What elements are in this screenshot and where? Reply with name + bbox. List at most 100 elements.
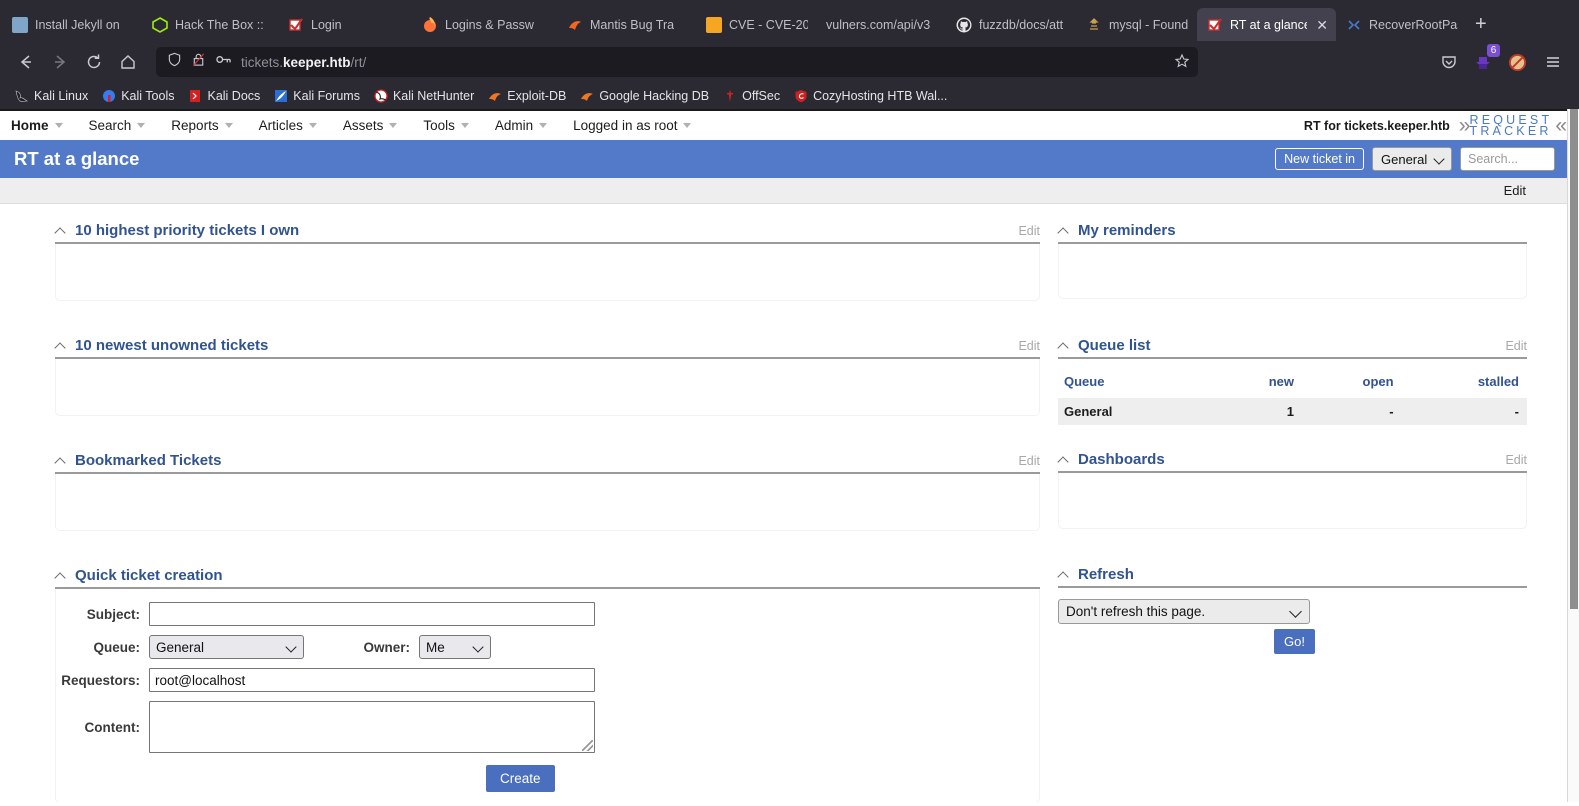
chevron-up-icon[interactable] bbox=[1058, 569, 1069, 580]
chevron-down-icon[interactable] bbox=[389, 123, 398, 128]
chevron-down-icon[interactable] bbox=[308, 123, 317, 128]
bookmark-item[interactable]: Kali Docs bbox=[181, 87, 267, 105]
cell-open-count[interactable]: - bbox=[1302, 398, 1402, 425]
url-bar[interactable]: tickets.keeper.htb/rt/ bbox=[156, 47, 1198, 77]
chevron-down-icon[interactable] bbox=[683, 123, 692, 128]
bookmark-item[interactable]: Kali Tools bbox=[95, 87, 181, 105]
insecure-lock-icon[interactable] bbox=[191, 52, 206, 72]
content-textarea[interactable] bbox=[149, 701, 595, 753]
portlet-edit-link[interactable]: Edit bbox=[1018, 224, 1040, 239]
cell-queue-name[interactable]: General bbox=[1058, 398, 1218, 425]
hamburger-menu-icon[interactable] bbox=[1537, 47, 1569, 77]
owner-select[interactable]: Me bbox=[419, 635, 491, 659]
col-header-queue[interactable]: Queue bbox=[1058, 370, 1217, 398]
chevron-up-icon[interactable] bbox=[1058, 340, 1069, 351]
cell-new-count[interactable]: 1 bbox=[1217, 398, 1302, 425]
bookmark-item[interactable]: Kali Linux bbox=[8, 87, 95, 105]
pocket-icon[interactable] bbox=[1433, 47, 1465, 77]
close-icon[interactable]: ✕ bbox=[1316, 18, 1328, 32]
portlet-title[interactable]: My reminders bbox=[1078, 222, 1176, 239]
search-input[interactable]: Search... bbox=[1460, 147, 1555, 171]
menu-label: Tools bbox=[423, 118, 455, 133]
scrollbar-thumb[interactable] bbox=[1570, 109, 1578, 609]
portlet-title[interactable]: Dashboards bbox=[1078, 451, 1165, 468]
menu-item-home[interactable]: Home bbox=[11, 118, 76, 133]
chevron-down-icon[interactable] bbox=[137, 123, 146, 128]
menu-item-logged-in-as[interactable]: Logged in as root bbox=[573, 118, 704, 133]
menu-item-reports[interactable]: Reports bbox=[171, 118, 245, 133]
portlet-title[interactable]: Bookmarked Tickets bbox=[75, 452, 221, 469]
queue-select[interactable]: General bbox=[149, 635, 304, 659]
col-header-stalled[interactable]: stalled bbox=[1402, 370, 1527, 398]
bookmark-item[interactable]: Google Hacking DB bbox=[573, 87, 716, 105]
menu-item-search[interactable]: Search bbox=[89, 118, 159, 133]
portlet-edit-link[interactable]: Edit bbox=[1505, 453, 1527, 468]
new-tab-button[interactable]: + bbox=[1466, 14, 1496, 41]
refresh-interval-select[interactable]: Don't refresh this page. bbox=[1058, 599, 1310, 624]
menu-label: Home bbox=[11, 118, 49, 133]
forward-button[interactable] bbox=[44, 47, 76, 77]
browser-tab[interactable]: CVE - CVE-2017- bbox=[696, 8, 816, 41]
portlet-edit-link[interactable]: Edit bbox=[1018, 339, 1040, 354]
col-header-new[interactable]: new bbox=[1217, 370, 1302, 398]
bookmark-item[interactable]: Kali NetHunter bbox=[367, 87, 481, 105]
chevron-down-icon[interactable] bbox=[54, 123, 63, 128]
url-text[interactable]: tickets.keeper.htb/rt/ bbox=[241, 55, 1165, 70]
portlet-title[interactable]: 10 newest unowned tickets bbox=[75, 337, 268, 354]
noscript-icon[interactable] bbox=[1501, 47, 1533, 77]
new-ticket-queue-select[interactable]: General bbox=[1372, 147, 1452, 171]
menu-item-articles[interactable]: Articles bbox=[259, 118, 330, 133]
page-scrollbar[interactable] bbox=[1567, 109, 1579, 802]
new-ticket-button[interactable]: New ticket in bbox=[1275, 148, 1364, 170]
browser-tab[interactable]: Mantis Bug Tra bbox=[557, 8, 696, 41]
chevron-up-icon[interactable] bbox=[55, 570, 66, 581]
menu-item-admin[interactable]: Admin bbox=[495, 118, 560, 133]
browser-tab[interactable]: Hack The Box :: bbox=[142, 8, 278, 41]
menu-item-assets[interactable]: Assets bbox=[343, 118, 411, 133]
chevron-up-icon[interactable] bbox=[55, 225, 66, 236]
chevron-up-icon[interactable] bbox=[1058, 454, 1069, 465]
portlet-edit-link[interactable]: Edit bbox=[1505, 339, 1527, 354]
bookmark-item[interactable]: CozyHosting HTB Wal... bbox=[787, 87, 954, 105]
table-row[interactable]: General 1 - - bbox=[1058, 398, 1527, 425]
bookmark-item[interactable]: OffSec bbox=[716, 87, 787, 105]
browser-tab[interactable]: Install Jekyll on bbox=[2, 8, 142, 41]
cell-stalled-count[interactable]: - bbox=[1401, 398, 1527, 425]
bookmark-item[interactable]: Kali Forums bbox=[267, 87, 367, 105]
chevron-up-icon[interactable] bbox=[55, 340, 66, 351]
chevron-up-icon[interactable] bbox=[1058, 225, 1069, 236]
portlet-title[interactable]: 10 highest priority tickets I own bbox=[75, 222, 299, 239]
menu-item-tools[interactable]: Tools bbox=[423, 118, 482, 133]
shield-icon[interactable] bbox=[167, 52, 182, 72]
portlet-title[interactable]: Quick ticket creation bbox=[75, 567, 223, 584]
browser-tab[interactable]: RecoverRootPas bbox=[1336, 8, 1466, 41]
chevron-down-icon[interactable] bbox=[460, 123, 469, 128]
dashboard-edit-link[interactable]: Edit bbox=[1504, 183, 1526, 198]
key-icon[interactable] bbox=[215, 52, 232, 72]
chevron-down-icon[interactable] bbox=[539, 123, 548, 128]
browser-tab[interactable]: mysql - Found ' bbox=[1076, 8, 1197, 41]
home-button[interactable] bbox=[112, 47, 144, 77]
resize-grip-icon[interactable] bbox=[582, 740, 593, 751]
create-button[interactable]: Create bbox=[486, 765, 555, 792]
chevron-up-icon[interactable] bbox=[55, 455, 66, 466]
back-button[interactable] bbox=[10, 47, 42, 77]
col-header-open[interactable]: open bbox=[1302, 370, 1402, 398]
chevron-down-icon[interactable] bbox=[224, 123, 233, 128]
chevrons-right-icon: » bbox=[1458, 114, 1471, 137]
subject-input[interactable] bbox=[149, 602, 595, 626]
browser-tab[interactable]: fuzzdb/docs/att bbox=[946, 8, 1076, 41]
browser-tab[interactable]: Logins & Passw bbox=[412, 8, 557, 41]
star-outline-icon[interactable] bbox=[1174, 53, 1190, 72]
browser-tab[interactable]: Login bbox=[278, 8, 382, 41]
portlet-edit-link[interactable]: Edit bbox=[1018, 454, 1040, 469]
go-button[interactable]: Go! bbox=[1274, 629, 1315, 654]
downloads-icon[interactable]: 6 bbox=[1469, 44, 1500, 76]
reload-button[interactable] bbox=[78, 47, 110, 77]
requestors-input[interactable]: root@localhost bbox=[149, 668, 595, 692]
browser-tab-active[interactable]: RT at a glance ✕ bbox=[1197, 8, 1336, 41]
browser-tab[interactable]: vulners.com/api/v3 bbox=[816, 8, 946, 41]
portlet-title[interactable]: Queue list bbox=[1078, 337, 1151, 354]
bookmark-item[interactable]: Exploit-DB bbox=[481, 87, 573, 105]
portlet-title[interactable]: Refresh bbox=[1078, 566, 1134, 583]
